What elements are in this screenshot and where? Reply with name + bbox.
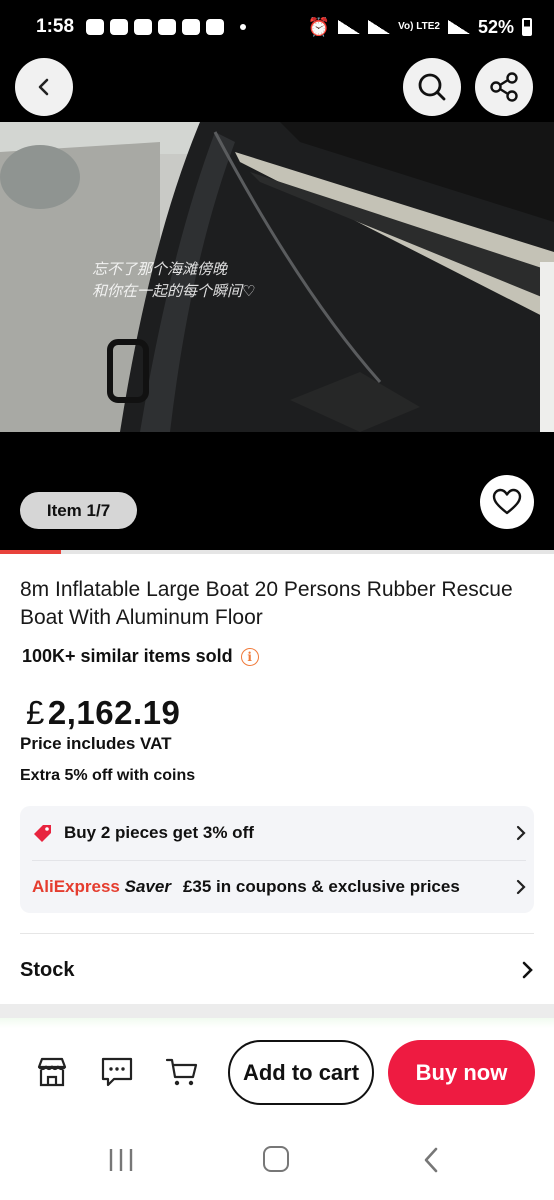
share-button[interactable]	[475, 58, 533, 116]
search-button[interactable]	[403, 58, 461, 116]
chevron-left-icon	[38, 78, 49, 96]
gallery-progress	[0, 550, 554, 554]
product-image[interactable]: 忘不了那个海滩傍晚 和你在一起的每个瞬间♡	[0, 122, 554, 432]
signal-icon	[368, 20, 391, 34]
add-to-cart-button[interactable]: Add to cart	[228, 1040, 374, 1105]
system-status: ⏰ Vo) LTE2 52%	[308, 17, 532, 38]
section-separator	[0, 1004, 554, 1018]
home-icon[interactable]	[263, 1146, 289, 1172]
battery-icon	[522, 18, 532, 36]
stock-label: Stock	[20, 958, 75, 981]
bundle-deal-text: Buy 2 pieces get 3% off	[64, 823, 254, 842]
chevron-right-icon	[516, 879, 526, 895]
price-tag-icon	[34, 825, 51, 842]
battery-percent: 52%	[477, 16, 514, 37]
recent-apps-icon[interactable]	[108, 1147, 134, 1173]
image-counter-badge: Item 1/7	[20, 492, 137, 529]
message-icon[interactable]	[100, 1055, 134, 1089]
buy-now-button[interactable]: Buy now	[388, 1040, 535, 1105]
wifi-icon	[338, 20, 361, 34]
price-amount: 2,162.19	[47, 694, 181, 731]
price-currency: £	[26, 694, 45, 731]
promotions-box: Buy 2 pieces get 3% off AliExpress Saver…	[20, 806, 534, 913]
vat-note: Price includes VAT	[20, 734, 172, 753]
favorite-button[interactable]	[480, 475, 534, 529]
heart-outline-icon	[492, 488, 522, 515]
status-time: 1:58	[36, 16, 75, 37]
search-icon	[418, 73, 446, 101]
share-icon	[490, 72, 518, 102]
sold-count: 100K+ similar items sold	[22, 646, 233, 666]
status-bar: 1:58 ⏰ Vo) LTE2 52%	[0, 0, 554, 54]
image-footer	[0, 432, 554, 550]
aliexpress-saver-logo: AliExpress Saver	[32, 877, 171, 896]
coins-discount-note: Extra 5% off with coins	[20, 767, 196, 784]
section-separator-fade	[0, 1018, 554, 1028]
gallery-progress-fill	[0, 550, 61, 554]
chevron-right-icon	[522, 961, 533, 979]
boat-photo	[0, 122, 554, 432]
alarm-icon: ⏰	[307, 16, 331, 37]
whatsapp-icon	[86, 19, 105, 35]
product-title: 8m Inflatable Large Boat 20 Persons Rubb…	[20, 578, 513, 629]
image-overlay-text: 忘不了那个海滩傍晚 和你在一起的每个瞬间♡	[92, 260, 256, 300]
chat-icon	[110, 19, 129, 35]
header-background	[0, 54, 554, 122]
sold-count-row[interactable]: 100K+ similar items sold i	[22, 646, 259, 667]
bundle-deal-row[interactable]: Buy 2 pieces get 3% off	[32, 808, 526, 858]
chevron-right-icon	[516, 825, 526, 841]
card-icon	[206, 19, 225, 35]
coupons-text: £35 in coupons & exclusive prices	[182, 877, 460, 896]
saver-coupons-row[interactable]: AliExpress Saver £35 in coupons & exclus…	[32, 862, 526, 912]
missed-call-icon	[182, 19, 201, 35]
store-icon[interactable]	[35, 1055, 69, 1089]
info-icon[interactable]: i	[240, 647, 259, 666]
signal-icon-2	[447, 20, 470, 34]
product-price: £2,162.19	[26, 694, 180, 732]
network-label: Vo) LTE2	[398, 21, 440, 32]
notification-icons	[86, 19, 247, 35]
back-button[interactable]	[15, 58, 73, 116]
stock-row[interactable]: Stock	[20, 946, 534, 994]
wallet-icon	[134, 19, 153, 35]
more-notifications-icon	[240, 24, 247, 30]
divider	[20, 933, 534, 934]
volume-icon	[158, 19, 177, 35]
promo-divider	[32, 860, 526, 861]
back-nav-icon[interactable]	[420, 1146, 444, 1174]
cart-icon[interactable]	[165, 1055, 199, 1089]
